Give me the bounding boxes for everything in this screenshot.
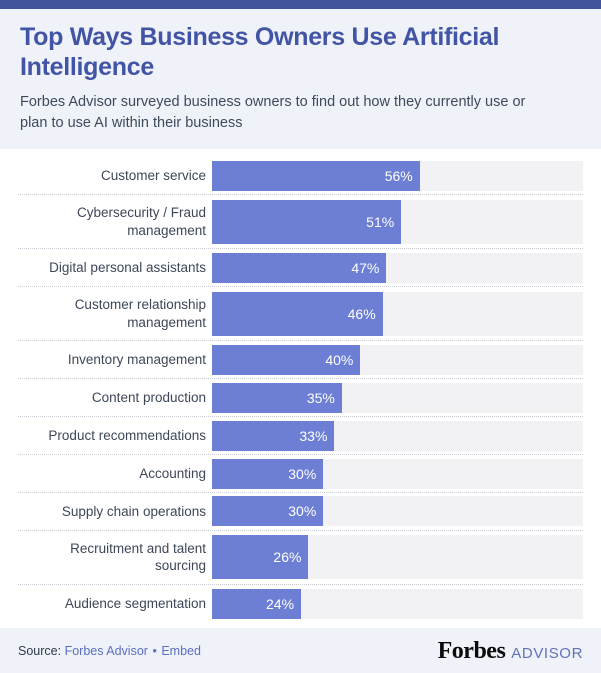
- bar-value-label: 51%: [366, 213, 395, 230]
- bar-row: Supply chain operations 30%: [18, 493, 583, 531]
- bar-category-label: Cybersecurity / Fraud management: [76, 205, 206, 238]
- bar-fill: 35%: [212, 382, 342, 413]
- bar-track: 26%: [212, 535, 583, 580]
- bar-value-label: 30%: [288, 503, 317, 520]
- bar-category-label: Inventory management: [67, 352, 206, 368]
- bar-row: Accounting 30%: [18, 455, 583, 493]
- bar-value-label: 56%: [384, 167, 413, 184]
- page-subtitle: Forbes Advisor surveyed business owners …: [20, 94, 526, 131]
- bar-row: Customer service 56%: [18, 157, 583, 196]
- bar-track: 33%: [212, 420, 583, 451]
- source-separator: •: [152, 643, 157, 658]
- bar-chart: Customer service 56% Cybersecurity / Fraud…: [0, 149, 601, 628]
- bar-fill: 33%: [212, 420, 335, 451]
- bar-row: Recruitment and talent sourcing 26%: [18, 531, 583, 586]
- bar-value-label: 40%: [325, 351, 354, 368]
- bar-fill: 47%: [212, 252, 387, 283]
- bar-value-label: 33%: [299, 427, 328, 444]
- bar-row: Audience segmentation 24%: [18, 585, 583, 622]
- bar-fill: 56%: [212, 160, 420, 191]
- bar-value-label: 26%: [273, 549, 302, 566]
- bar-track: 47%: [212, 252, 583, 283]
- bar-fill: 40%: [212, 344, 361, 375]
- bar-row: Product recommendations 33%: [18, 417, 583, 456]
- bar-fill: 30%: [212, 458, 324, 489]
- bar-track: 30%: [212, 496, 583, 527]
- bar-category-label: Audience segmentation: [64, 595, 206, 611]
- bar-value-label: 30%: [288, 465, 317, 482]
- infographic-container: Top Ways Business Owners Use Artificial …: [0, 0, 601, 673]
- bar-value-label: 47%: [351, 259, 380, 276]
- bar-fill: 46%: [212, 291, 383, 336]
- bar-track: 30%: [212, 458, 583, 489]
- bar-track: 40%: [212, 344, 583, 375]
- top-accent-bar: [0, 0, 601, 9]
- advisor-wordmark: ADVISOR: [511, 644, 583, 662]
- bar-category-label: Accounting: [139, 465, 206, 481]
- bar-track: 56%: [212, 160, 583, 191]
- embed-link[interactable]: Embed: [161, 644, 201, 658]
- bar-fill: 26%: [212, 535, 309, 580]
- bar-category-label: Product recommendations: [48, 427, 206, 443]
- forbes-wordmark: Forbes: [437, 637, 506, 664]
- bar-fill: 51%: [212, 199, 402, 244]
- bar-value-label: 46%: [347, 305, 376, 322]
- source-prefix: Source:: [18, 643, 62, 658]
- bar-track: 35%: [212, 382, 583, 413]
- page-title: Top Ways Business Owners Use Artificial …: [20, 23, 500, 81]
- source-line: Source: Forbes Advisor • Embed: [18, 644, 201, 658]
- bar-row: Digital personal assistants 47%: [18, 249, 583, 288]
- footer: Source: Forbes Advisor • Embed Forbes AD…: [0, 628, 601, 673]
- bar-value-label: 24%: [266, 595, 295, 612]
- bar-row: Cybersecurity / Fraud management 51%: [18, 195, 583, 250]
- bar-category-label: Digital personal assistants: [49, 259, 206, 275]
- bar-category-label: Content production: [91, 390, 206, 405]
- header: Top Ways Business Owners Use Artificial …: [0, 9, 601, 150]
- bar-fill: 30%: [212, 496, 324, 527]
- bar-track: 46%: [212, 291, 583, 336]
- bar-category-label: Customer service: [100, 167, 206, 183]
- bar-fill: 24%: [212, 588, 302, 619]
- bar-category-label: Supply chain operations: [61, 503, 206, 519]
- forbes-advisor-logo: Forbes ADVISOR: [438, 639, 583, 663]
- bar-track: 51%: [212, 199, 583, 244]
- bar-category-label: Recruitment and talent sourcing: [70, 540, 206, 574]
- bar-row: Customer relationship management 46%: [18, 287, 583, 342]
- source-name-link[interactable]: Forbes Advisor: [65, 644, 148, 658]
- bar-row: Content production 35%: [18, 379, 583, 418]
- bar-track: 24%: [212, 588, 583, 619]
- bar-row: Inventory management 40%: [18, 341, 583, 380]
- bar-value-label: 35%: [306, 389, 335, 406]
- bar-category-label: Customer relationship management: [74, 297, 206, 330]
